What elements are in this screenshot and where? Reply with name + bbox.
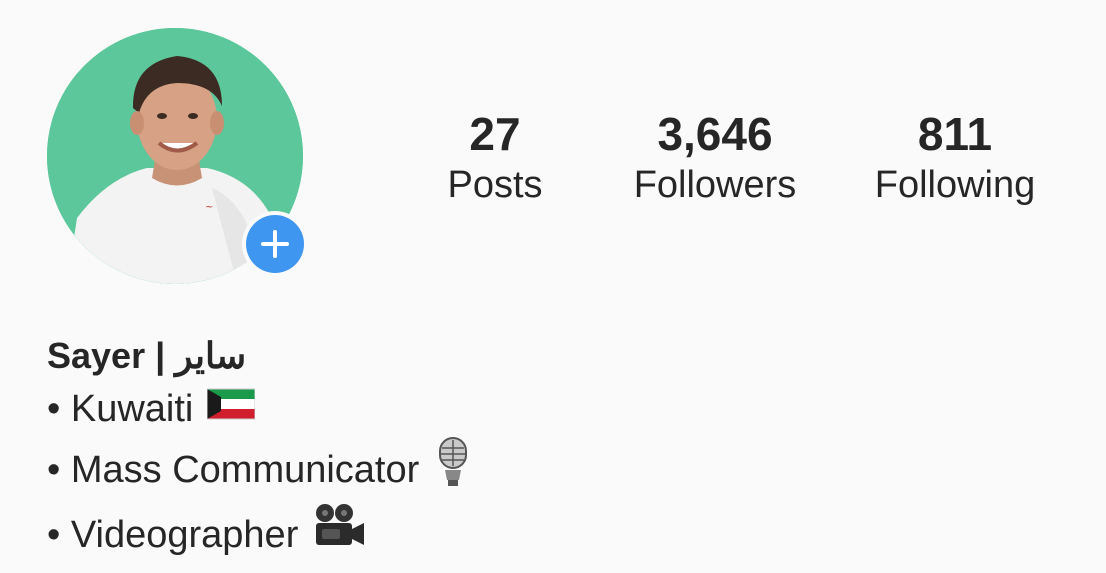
bio-line-videographer: • Videographer [47,503,947,566]
followers-count: 3,646 [657,108,773,160]
posts-label: Posts [447,164,543,206]
posts-count: 27 [469,108,521,160]
add-story-circle [246,215,304,273]
kuwait-flag-icon [206,382,256,436]
profile-bio: Sayer | ساير • Kuwaiti • Mass Communicat… [47,330,947,566]
profile-name: Sayer | ساير [47,335,247,376]
following-stat[interactable]: 811 Following [835,108,1075,210]
microphone-icon [433,436,473,503]
bio-line-kuwaiti: • Kuwaiti [47,382,947,436]
video-camera-icon [312,503,366,566]
add-story-button[interactable] [242,211,308,277]
bio-line-text: • Videographer [47,513,299,556]
svg-text:~: ~ [205,202,213,213]
posts-stat[interactable]: 27 Posts [375,108,615,210]
following-count: 811 [917,108,993,160]
following-label: Following [874,164,1036,206]
bio-line-mass-communicator: • Mass Communicator [47,436,947,503]
followers-label: Followers [633,164,797,206]
plus-icon [261,230,289,258]
bio-line-text: • Mass Communicator [47,448,420,491]
bio-line-text: • Kuwaiti [47,388,194,430]
profile-stats: 27 Posts 3,646 Followers 811 Following [375,108,1095,218]
followers-stat[interactable]: 3,646 Followers [595,108,835,210]
profile-avatar-container: ~ [47,28,308,284]
